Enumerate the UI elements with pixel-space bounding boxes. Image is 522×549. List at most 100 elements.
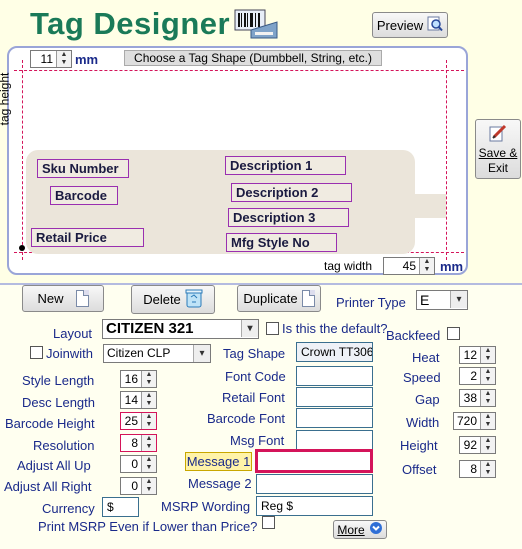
tag-field-description-3[interactable]: Description 3 [228, 208, 349, 227]
spin-arrows-icon[interactable]: ▲ ▼ [141, 392, 156, 408]
spin-arrows-icon[interactable]: ▲ ▼ [141, 413, 156, 429]
spin-arrows-icon[interactable]: ▲ ▼ [480, 368, 495, 384]
speed-label: Speed [403, 370, 441, 385]
duplicate-button[interactable]: Duplicate [237, 285, 321, 312]
tag-field-mfg-style[interactable]: Mfg Style No [226, 233, 337, 252]
font-code-label: Font Code [225, 369, 286, 384]
desc-length-value: 14 [124, 393, 138, 407]
height-spinner[interactable]: 92 ▲ ▼ [459, 436, 496, 454]
duplicate-label: Duplicate [243, 291, 298, 306]
offset-value: 8 [470, 462, 477, 476]
tag-height-unit: mm [75, 52, 99, 67]
tag-height-spinner[interactable]: 11 ▲ ▼ [30, 50, 72, 68]
width-spinner[interactable]: 720 ▲ ▼ [453, 412, 496, 430]
msrp-wording-input[interactable]: Reg $ [256, 496, 373, 516]
joinwith-value: Citizen CLP [107, 346, 171, 360]
height-value: 92 [463, 438, 477, 452]
joinwith-label: Joinwith [46, 346, 93, 361]
default-checkbox[interactable] [266, 322, 279, 335]
guide-line-top [14, 70, 464, 71]
spin-arrows-icon[interactable]: ▲ ▼ [480, 390, 495, 406]
tag-field-description-1[interactable]: Description 1 [225, 156, 346, 175]
msg-font-input[interactable] [296, 430, 373, 450]
font-code-input[interactable] [296, 366, 373, 386]
preview-button[interactable]: Preview [372, 12, 448, 38]
duplicate-document-icon [301, 290, 315, 307]
save-exit-button[interactable]: Save & Exit [475, 119, 521, 179]
barcode-font-label: Barcode Font [207, 411, 286, 426]
tag-field-retail-price[interactable]: Retail Price [31, 228, 144, 247]
joinwith-checkbox[interactable] [30, 346, 43, 359]
message1-label: Message 1 [185, 452, 252, 471]
new-button[interactable]: New [22, 285, 104, 312]
more-button[interactable]: More [333, 520, 387, 539]
save-exit-label-2: Exit [487, 160, 508, 175]
style-length-spinner[interactable]: 16 ▲ ▼ [120, 370, 157, 388]
layout-label: Layout [53, 326, 93, 341]
barcode-height-spinner[interactable]: 25 ▲ ▼ [120, 412, 157, 430]
message1-input[interactable] [255, 449, 373, 473]
retail-font-input[interactable] [296, 387, 373, 407]
tag-field-description-2[interactable]: Description 2 [231, 183, 352, 202]
desc-length-label: Desc Length [22, 395, 95, 410]
layout-select[interactable]: CITIZEN 321 ▾ [102, 319, 259, 339]
chevron-down-icon[interactable]: ▾ [450, 291, 467, 308]
delete-button[interactable]: Delete [131, 285, 215, 314]
gap-label: Gap [415, 392, 440, 407]
heat-spinner[interactable]: 12 ▲ ▼ [459, 346, 496, 364]
height-label: Height [400, 438, 438, 453]
adjust-right-label: Adjust All Right [4, 479, 92, 494]
barcode-height-value: 25 [124, 414, 138, 428]
tag-field-barcode[interactable]: Barcode [50, 186, 118, 205]
style-length-label: Style Length [22, 373, 95, 388]
default-label: Is this the default? [282, 321, 388, 336]
app-title: Tag Designer [30, 6, 231, 41]
spin-arrows-icon[interactable]: ▲ ▼ [56, 51, 71, 67]
spin-arrows-icon[interactable]: ▲ ▼ [480, 437, 495, 453]
barcode-font-input[interactable] [296, 408, 373, 428]
msrp-checkbox[interactable] [262, 516, 275, 529]
spin-arrows-icon[interactable]: ▲ ▼ [480, 347, 495, 363]
tag-field-sku[interactable]: Sku Number [37, 159, 129, 178]
spin-arrows-icon[interactable]: ▲ ▼ [141, 478, 156, 494]
spin-arrows-icon[interactable]: ▲ ▼ [141, 456, 156, 472]
adjust-up-spinner[interactable]: 0 ▲ ▼ [120, 455, 157, 473]
chevron-down-icon[interactable]: ▾ [241, 320, 258, 337]
shape-hint-label[interactable]: Choose a Tag Shape (Dumbbell, String, et… [124, 50, 382, 66]
backfeed-checkbox[interactable] [447, 327, 460, 340]
edit-pencil-icon [488, 124, 508, 145]
spin-arrows-icon[interactable]: ▲ ▼ [141, 371, 156, 387]
tag-width-label: tag width [324, 259, 373, 273]
tag-height-value: 11 [40, 52, 53, 66]
currency-input[interactable]: $ [102, 497, 139, 517]
printer-type-select[interactable]: E ▾ [416, 290, 468, 310]
style-length-value: 16 [124, 372, 138, 386]
gap-spinner[interactable]: 38 ▲ ▼ [459, 389, 496, 407]
resolution-spinner[interactable]: 8 ▲ ▼ [120, 434, 157, 452]
offset-spinner[interactable]: 8 ▲ ▼ [459, 460, 496, 478]
chevron-down-icon[interactable]: ▾ [193, 345, 210, 362]
joinwith-select[interactable]: Citizen CLP ▾ [103, 344, 211, 363]
adjust-right-value: 0 [131, 479, 138, 493]
tag-shape-input[interactable]: Crown TT306 [296, 342, 373, 362]
printer-type-value: E [420, 292, 430, 308]
tag-width-spinner[interactable]: 45 ▲ ▼ [383, 257, 435, 275]
desc-length-spinner[interactable]: 14 ▲ ▼ [120, 391, 157, 409]
spin-arrows-icon[interactable]: ▲ ▼ [141, 435, 156, 451]
spin-arrows-icon[interactable]: ▲ ▼ [480, 461, 495, 477]
save-exit-label-1: Save & [478, 145, 518, 160]
adjust-right-spinner[interactable]: 0 ▲ ▼ [120, 477, 157, 495]
currency-label: Currency [42, 501, 95, 516]
spin-arrows-icon[interactable]: ▲ ▼ [480, 413, 495, 429]
heat-label: Heat [412, 350, 440, 365]
barcode-logo-icon [229, 8, 279, 40]
origin-dot-icon [19, 245, 25, 251]
guide-line-right [446, 60, 447, 260]
recycle-bin-icon [185, 288, 203, 311]
tag-shape-label: Tag Shape [223, 346, 286, 361]
message1-label-text: Message 1 [186, 454, 251, 469]
message2-input[interactable] [256, 474, 373, 494]
printer-type-label: Printer Type [336, 295, 406, 310]
spin-arrows-icon[interactable]: ▲ ▼ [419, 258, 434, 274]
speed-spinner[interactable]: 2 ▲ ▼ [459, 367, 496, 385]
